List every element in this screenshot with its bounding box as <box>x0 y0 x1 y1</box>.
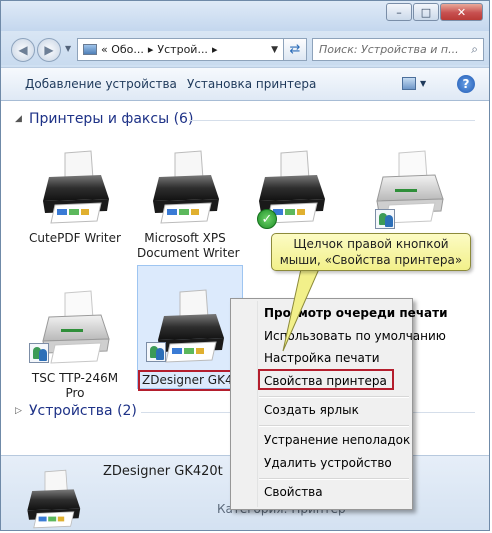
add-device-button[interactable]: Добавление устройства <box>25 77 177 91</box>
menu-item-create-shortcut[interactable]: Создать ярлык <box>264 403 359 417</box>
default-checkmark-icon: ✓ <box>257 209 277 229</box>
close-button[interactable]: ✕ <box>440 3 483 21</box>
menu-separator <box>259 478 409 480</box>
forward-arrow-icon[interactable]: ▶ <box>37 38 61 62</box>
menu-item-print-settings[interactable]: Настройка печати <box>264 351 380 365</box>
breadcrumb-segment[interactable]: Устрой... <box>157 43 208 56</box>
device-name-text: ZDesigner GK420t <box>103 464 223 479</box>
annotation-callout: Щелчок правой кнопкой мыши, «Свойства пр… <box>271 233 471 271</box>
printer-icon <box>21 468 85 530</box>
back-arrow-icon[interactable]: ◀ <box>11 38 35 62</box>
printer-label-line2: Pro <box>65 386 85 400</box>
printer-label: Microsoft XPS <box>144 231 226 245</box>
menu-item-printer-properties[interactable]: Свойства принтера <box>264 374 387 388</box>
address-dropdown-icon[interactable]: ▼ <box>267 45 282 55</box>
recent-pages-dropdown-icon[interactable]: ▼ <box>65 44 71 53</box>
selected-printer-tile[interactable]: ZDesigner GK42 <box>137 265 245 391</box>
breadcrumb-separator[interactable]: ▸ <box>212 43 218 56</box>
breadcrumb-separator[interactable]: ▸ <box>148 43 154 56</box>
refresh-icon[interactable]: ⇄ <box>283 38 307 61</box>
title-bar: – □ ✕ <box>1 1 489 31</box>
command-bar: Добавление устройства Установка принтера… <box>1 67 489 101</box>
printer-tile[interactable]: Microsoft XPS Document Writer <box>137 149 240 261</box>
devices-group-header[interactable]: ▷ Устройства (2) <box>15 403 137 419</box>
context-menu: Просмотр очереди печати Использовать по … <box>230 298 448 510</box>
control-panel-icon <box>83 44 97 55</box>
view-dropdown-icon[interactable]: ▼ <box>420 79 426 88</box>
printer-label: ZDesigner GK42 <box>138 370 245 391</box>
view-options-icon[interactable] <box>402 77 416 90</box>
search-input[interactable]: Поиск: Устройства и п... ⌕ <box>312 38 484 61</box>
shared-users-icon <box>29 343 49 363</box>
shared-users-icon <box>146 342 166 362</box>
search-icon[interactable]: ⌕ <box>466 42 483 57</box>
shared-printer-tile[interactable] <box>361 149 457 231</box>
group-divider <box>189 120 475 121</box>
printer-tile[interactable]: CutePDF Writer <box>27 149 123 246</box>
callout-line-2: мыши, «Свойства принтера» <box>279 253 463 267</box>
printer-tile[interactable]: TSC TTP-246M Pro <box>27 289 123 401</box>
menu-item-properties[interactable]: Свойства <box>264 485 323 499</box>
navigation-bar: ◀ ▶ ▼ « Обо... ▸ Устрой... ▸ ▼ ⇄ Поиск: … <box>1 31 489 65</box>
printers-group-title: Принтеры и факсы (6) <box>29 111 194 127</box>
devices-group-title: Устройства (2) <box>29 403 137 419</box>
add-printer-button[interactable]: Установка принтера <box>187 77 316 91</box>
printer-icon <box>145 149 225 225</box>
callout-line-1: Щелчок правой кнопкой <box>293 237 449 251</box>
maximize-button[interactable]: □ <box>413 3 439 21</box>
collapse-arrow-icon[interactable]: ◢ <box>15 114 29 124</box>
address-bar[interactable]: « Обо... ▸ Устрой... ▸ ▼ <box>77 38 307 61</box>
breadcrumb-segment[interactable]: « Обо... <box>101 43 144 56</box>
printer-icon <box>35 149 115 225</box>
help-icon[interactable]: ? <box>457 75 475 93</box>
menu-separator <box>259 396 409 398</box>
printer-label: CutePDF Writer <box>29 231 121 245</box>
expand-arrow-icon[interactable]: ▷ <box>15 406 29 416</box>
menu-item-view-queue[interactable]: Просмотр очереди печати <box>264 306 448 320</box>
printer-label: TSC TTP-246M <box>31 371 119 385</box>
menu-separator <box>259 425 409 427</box>
menu-gutter <box>257 301 258 507</box>
devices-printers-window: – □ ✕ ◀ ▶ ▼ « Обо... ▸ Устрой... ▸ ▼ ⇄ П… <box>0 0 490 531</box>
menu-item-remove-device[interactable]: Удалить устройство <box>264 456 392 470</box>
default-printer-tile[interactable]: ✓ <box>243 149 339 231</box>
printer-label-line2: Document Writer <box>137 246 240 260</box>
menu-item-troubleshoot[interactable]: Устранение неполадок <box>264 433 410 447</box>
search-placeholder: Поиск: Устройства и п... <box>319 43 459 56</box>
printers-group-header[interactable]: ◢ Принтеры и факсы (6) <box>15 111 193 127</box>
minimize-button[interactable]: – <box>386 3 412 21</box>
menu-item-set-default[interactable]: Использовать по умолчанию <box>264 329 446 343</box>
caption-buttons: – □ ✕ <box>385 3 483 21</box>
shared-users-icon <box>375 209 395 229</box>
